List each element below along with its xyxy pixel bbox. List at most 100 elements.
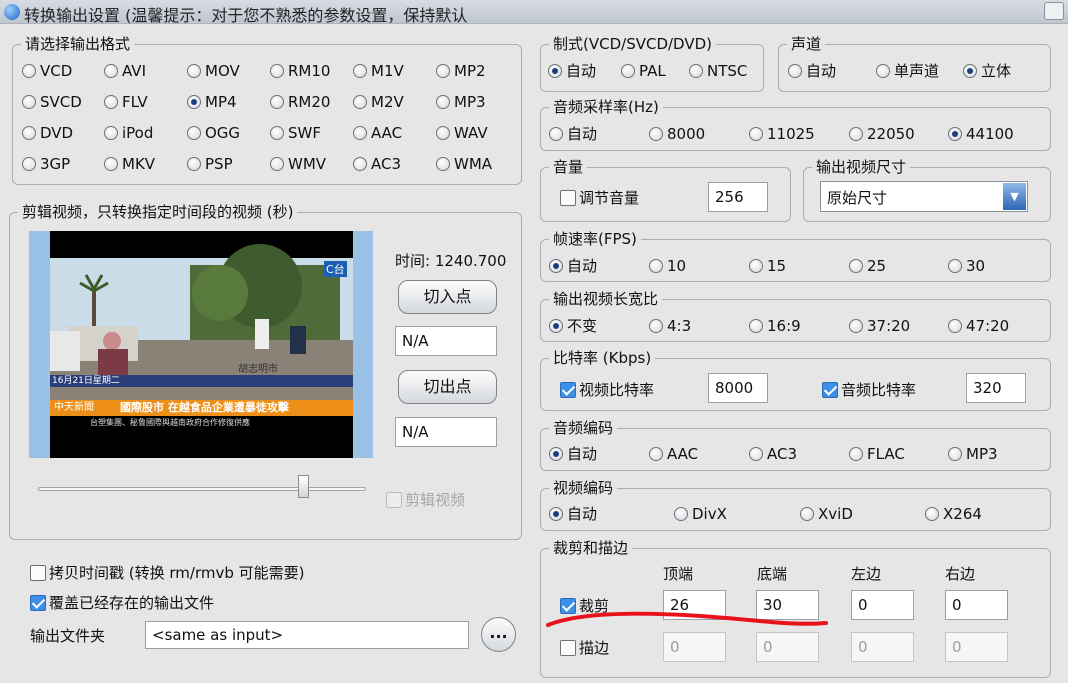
standard-radio-pal[interactable]: PAL (621, 61, 666, 81)
format-radio-mp2[interactable]: MP2 (436, 61, 486, 81)
audio-codec-radio-aac[interactable]: AAC (649, 444, 698, 464)
audio-codec-radio-0[interactable]: 自动 (549, 444, 597, 464)
start-point-field[interactable]: N/A (395, 326, 497, 356)
format-radio-wmv[interactable]: WMV (270, 154, 326, 174)
pad-bottom-field[interactable]: 0 (756, 632, 819, 662)
standard-radio-0[interactable]: 自动 (548, 61, 596, 81)
format-radio-ipod[interactable]: iPod (104, 123, 153, 143)
aspect-radio-4-3[interactable]: 4:3 (649, 316, 691, 336)
sample-rate-radio-0-label: 自动 (567, 125, 598, 143)
end-point-field[interactable]: N/A (395, 417, 497, 447)
standard-radio-ntsc-label: NTSC (707, 62, 748, 80)
format-radio-svcd[interactable]: SVCD (22, 92, 82, 112)
video-bitrate-checkbox[interactable]: 视频比特率 (560, 380, 654, 400)
pad-left-field[interactable]: 0 (851, 632, 914, 662)
format-radio-m2v[interactable]: M2V (353, 92, 404, 112)
format-radio-flv[interactable]: FLV (104, 92, 148, 112)
format-radio-wav[interactable]: WAV (436, 123, 488, 143)
sample-rate-radio-44100[interactable]: 44100 (948, 124, 1014, 144)
video-codec-radio-x264[interactable]: X264 (925, 504, 982, 524)
start-point-button[interactable]: 切入点 (398, 280, 497, 314)
format-radio-ogg-label: OGG (205, 124, 241, 142)
format-radio-swf[interactable]: SWF (270, 123, 321, 143)
overwrite-box (30, 595, 46, 611)
fps-radio-15[interactable]: 15 (749, 256, 786, 276)
sample-rate-radio-11025[interactable]: 11025 (749, 124, 815, 144)
format-radio-3gp[interactable]: 3GP (22, 154, 70, 174)
channels-radio-0-dot (788, 64, 802, 78)
overwrite-checkbox[interactable]: 覆盖已经存在的输出文件 (30, 593, 214, 613)
clip-slider-thumb[interactable] (298, 475, 309, 498)
format-radio-avi[interactable]: AVI (104, 61, 146, 81)
chevron-down-icon[interactable]: ▼ (1003, 183, 1026, 210)
clip-slider-track[interactable] (38, 487, 366, 491)
crop-top-field[interactable]: 26 (663, 590, 726, 620)
sample-rate-radio-22050[interactable]: 22050 (849, 124, 915, 144)
format-radio-rm10-dot (270, 64, 284, 78)
adjust-volume-checkbox[interactable]: 调节音量 (560, 188, 639, 208)
format-radio-vcd[interactable]: VCD (22, 61, 72, 81)
aspect-radio-37-20-dot (849, 319, 863, 333)
crop-checkbox[interactable]: 裁剪 (560, 596, 609, 616)
sample-rate-radio-8000[interactable]: 8000 (649, 124, 705, 144)
close-button[interactable] (1044, 2, 1064, 20)
format-radio-ac3[interactable]: AC3 (353, 154, 401, 174)
channels-legend: 声道 (787, 34, 826, 54)
format-radio-rm20[interactable]: RM20 (270, 92, 330, 112)
aspect-radio-37-20[interactable]: 37:20 (849, 316, 910, 336)
format-radio-ogg[interactable]: OGG (187, 123, 240, 143)
fps-radio-25[interactable]: 25 (849, 256, 886, 276)
crop-left-field[interactable]: 0 (851, 590, 914, 620)
format-radio-psp-label: PSP (205, 155, 233, 173)
channels-radio-1[interactable]: 单声道 (876, 61, 939, 81)
aspect-radio-16-9[interactable]: 16:9 (749, 316, 801, 336)
fps-radio-0[interactable]: 自动 (549, 256, 597, 276)
audio-codec-radio-mp3[interactable]: MP3 (948, 444, 998, 464)
video-codec-radio-0[interactable]: 自动 (549, 504, 597, 524)
fps-radio-10[interactable]: 10 (649, 256, 686, 276)
video-codec-radio-divx[interactable]: DivX (674, 504, 727, 524)
copy-timestamp-label: 拷贝时间戳 (转换 rm/rmvb 可能需要) (49, 564, 305, 582)
format-radio-mkv[interactable]: MKV (104, 154, 155, 174)
format-radio-rm10[interactable]: RM10 (270, 61, 330, 81)
pad-top-field[interactable]: 0 (663, 632, 726, 662)
format-radio-wma[interactable]: WMA (436, 154, 492, 174)
channels-radio-0[interactable]: 自动 (788, 61, 836, 81)
format-radio-mp3[interactable]: MP3 (436, 92, 486, 112)
output-size-select[interactable]: 原始尺寸 ▼ (820, 181, 1028, 212)
channels-radio-2[interactable]: 立体 (963, 61, 1011, 81)
crop-right-field[interactable]: 0 (945, 590, 1008, 620)
video-codec-radio-xvid[interactable]: XviD (800, 504, 853, 524)
fps-radio-30[interactable]: 30 (948, 256, 985, 276)
format-radio-mp4[interactable]: MP4 (187, 92, 237, 112)
output-folder-field[interactable]: <same as input> (145, 621, 469, 649)
format-radio-svcd-label: SVCD (40, 93, 82, 111)
standard-radio-ntsc[interactable]: NTSC (689, 61, 747, 81)
format-radio-aac[interactable]: AAC (353, 123, 402, 143)
audio-bitrate-checkbox[interactable]: 音频比特率 (822, 380, 916, 400)
aspect-radio-47-20[interactable]: 47:20 (948, 316, 1009, 336)
aspect-radio-0-dot (549, 319, 563, 333)
pad-checkbox[interactable]: 描边 (560, 638, 609, 658)
video-bitrate-field[interactable]: 8000 (708, 373, 768, 403)
sample-rate-radio-0[interactable]: 自动 (549, 124, 597, 144)
copy-timestamp-checkbox[interactable]: 拷贝时间戳 (转换 rm/rmvb 可能需要) (30, 563, 305, 583)
window-title: 转换输出设置 (温馨提示：对于您不熟悉的参数设置，保持默认 (24, 6, 468, 25)
format-radio-mp3-label: MP3 (454, 93, 486, 111)
crop-bottom-field[interactable]: 30 (756, 590, 819, 620)
format-radio-dvd[interactable]: DVD (22, 123, 73, 143)
aspect-radio-0[interactable]: 不变 (549, 316, 597, 336)
audio-codec-radio-flac[interactable]: FLAC (849, 444, 905, 464)
pad-right-field[interactable]: 0 (945, 632, 1008, 662)
format-radio-m1v[interactable]: M1V (353, 61, 404, 81)
audio-codec-radio-ac3[interactable]: AC3 (749, 444, 797, 464)
end-point-button[interactable]: 切出点 (398, 370, 497, 404)
volume-field[interactable]: 256 (708, 182, 768, 212)
adjust-volume-label: 调节音量 (579, 189, 640, 207)
format-radio-mov[interactable]: MOV (187, 61, 240, 81)
browse-button[interactable]: ... (481, 617, 516, 652)
audio-bitrate-field[interactable]: 320 (966, 373, 1026, 403)
fps-radio-10-dot (649, 259, 663, 273)
clip-enable-checkbox[interactable]: 剪辑视频 (386, 490, 465, 510)
format-radio-psp[interactable]: PSP (187, 154, 233, 174)
